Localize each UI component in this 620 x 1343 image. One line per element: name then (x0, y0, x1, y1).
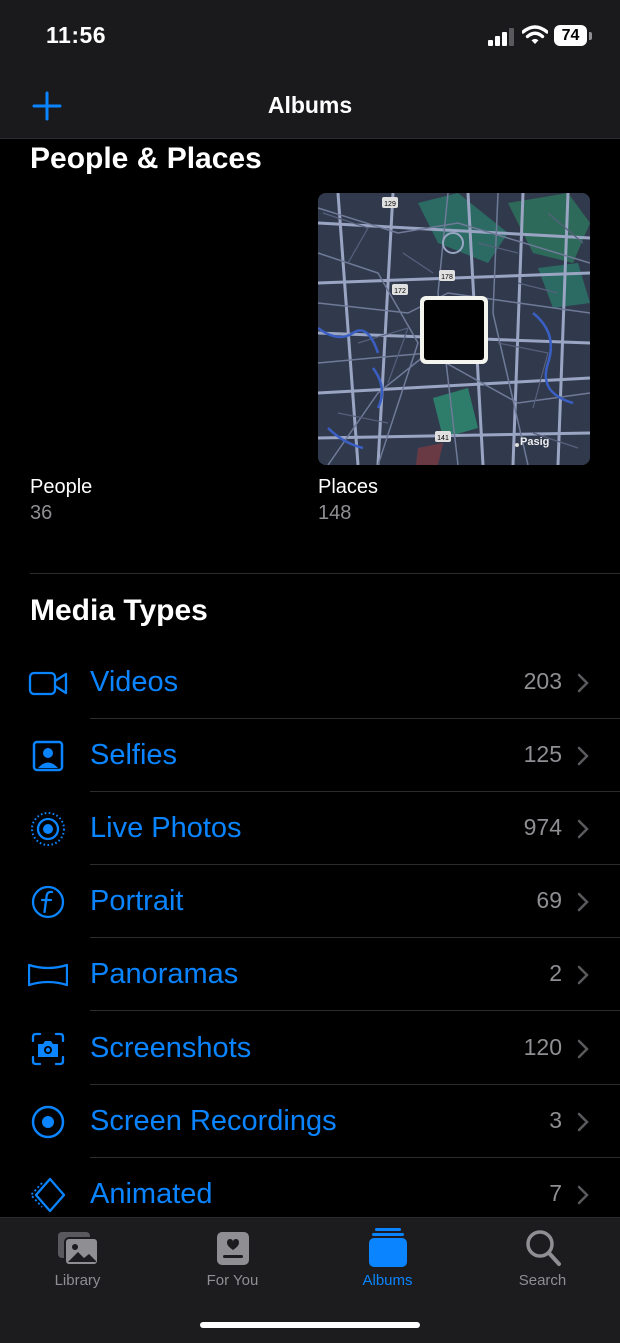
media-row-videos[interactable]: Videos 203 (0, 646, 620, 719)
row-label: Selfies (90, 739, 178, 771)
row-count: 7 (549, 1180, 562, 1206)
chevron-right-icon (577, 819, 589, 839)
chevron-right-icon (577, 892, 589, 912)
tab-label: Library (54, 1272, 101, 1289)
map-label-129: 129 (384, 201, 396, 208)
row-label: Panoramas (90, 958, 239, 990)
tab-for-you[interactable]: For You (155, 1218, 310, 1318)
video-icon (28, 671, 68, 696)
status-time: 11:56 (46, 22, 107, 48)
media-types-heading: Media Types (30, 594, 208, 627)
portrait-icon (31, 885, 65, 919)
chevron-right-icon (577, 1039, 589, 1059)
chevron-right-icon (577, 1112, 589, 1132)
map-image: 129 178 172 141 Pasig (318, 193, 590, 465)
places-label: Places (318, 476, 379, 498)
row-count: 120 (523, 1034, 562, 1060)
media-row-screen-recordings[interactable]: Screen Recordings 3 (0, 1085, 620, 1158)
map-label-178: 178 (441, 274, 453, 281)
page-title: Albums (267, 92, 353, 118)
row-label: Animated (90, 1178, 213, 1210)
row-count: 3 (549, 1107, 562, 1133)
section-divider (30, 573, 620, 574)
status-bar: 11:56 74 (0, 0, 620, 80)
row-label: Screenshots (90, 1032, 252, 1064)
tab-label: Albums (362, 1272, 413, 1289)
people-label: People (30, 476, 93, 498)
row-count: 974 (523, 814, 562, 840)
chevron-right-icon (577, 1185, 589, 1205)
panorama-icon (28, 963, 68, 987)
map-label-172: 172 (394, 288, 406, 295)
battery-icon: 74 (554, 25, 587, 46)
people-count: 36 (30, 502, 53, 524)
cellular-signal-icon (488, 28, 514, 46)
row-count: 69 (536, 887, 562, 913)
wifi-icon (522, 25, 548, 44)
screen-recording-icon (31, 1105, 65, 1139)
row-label: Portrait (90, 885, 184, 917)
people-places-heading: People & Places (30, 142, 262, 175)
tab-albums[interactable]: Albums (310, 1218, 465, 1318)
row-label: Screen Recordings (90, 1105, 337, 1137)
home-indicator[interactable] (200, 1322, 420, 1328)
row-label: Live Photos (90, 812, 242, 844)
row-count: 2 (549, 960, 562, 986)
row-separator (90, 1010, 620, 1011)
for-you-icon (217, 1232, 249, 1265)
map-label-141: 141 (437, 435, 449, 442)
live-photo-icon (31, 812, 65, 846)
tab-search[interactable]: Search (465, 1218, 620, 1318)
chevron-right-icon (577, 746, 589, 766)
row-count: 125 (523, 741, 562, 767)
media-row-screenshots[interactable]: Screenshots 120 (0, 1012, 620, 1085)
media-row-panoramas[interactable]: Panoramas 2 (0, 938, 620, 1011)
screenshot-icon (31, 1032, 65, 1066)
row-label: Videos (90, 666, 179, 698)
tab-library[interactable]: Library (0, 1218, 155, 1318)
media-row-live-photos[interactable]: Live Photos 974 (0, 792, 620, 865)
tab-label: Search (518, 1272, 567, 1289)
selfie-icon (32, 740, 64, 772)
chevron-right-icon (577, 965, 589, 985)
search-icon (526, 1230, 561, 1266)
map-label-pasig: Pasig (520, 436, 549, 448)
media-row-portrait[interactable]: Portrait 69 (0, 865, 620, 938)
places-count: 148 (318, 502, 352, 524)
battery-tip (589, 32, 592, 40)
media-row-animated[interactable]: Animated 7 (0, 1158, 620, 1217)
row-count: 203 (523, 668, 562, 694)
animated-icon (29, 1177, 66, 1213)
people-album[interactable] (30, 193, 302, 465)
albums-icon (369, 1228, 407, 1267)
places-map-thumbnail[interactable]: 129 178 172 141 Pasig (318, 193, 590, 465)
navigation-bar: Albums (0, 80, 620, 139)
library-icon (58, 1232, 99, 1266)
media-row-selfies[interactable]: Selfies 125 (0, 719, 620, 792)
chevron-right-icon (577, 673, 589, 693)
tab-label: For You (206, 1272, 259, 1289)
